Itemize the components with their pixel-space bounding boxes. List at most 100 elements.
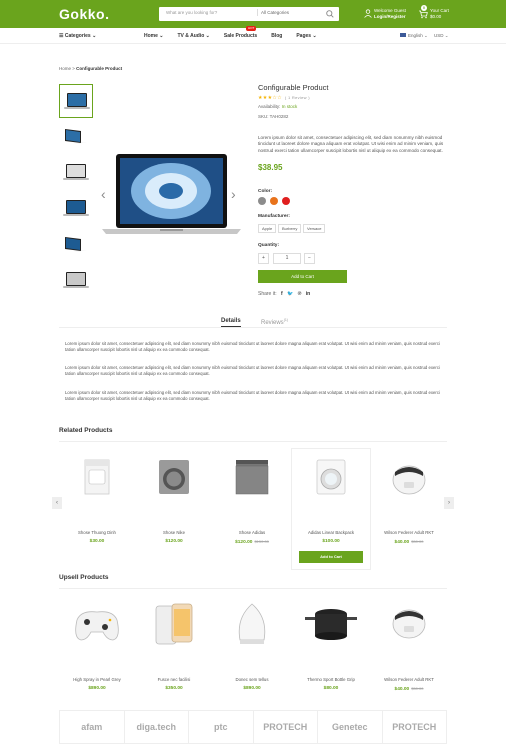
cart-total: $0.00 [430,14,442,19]
product-name[interactable]: Shose Adidas [214,530,290,535]
nav-sale-products[interactable]: Sale Products [224,33,257,39]
product-price: $40.00 $50.00 [371,539,447,545]
product-name[interactable]: Donec sem tellus [214,677,290,682]
breadcrumb-current: Configurable Product [76,66,123,71]
pot-image [305,609,357,640]
nav-blog[interactable]: Blog [271,33,282,39]
chevron-down-icon: ⌄ [92,33,97,39]
color-swatch-orange[interactable] [270,197,278,205]
qty-increase-button[interactable]: + [258,253,269,264]
washer-image [84,459,110,495]
old-price: $50.00 [411,539,424,544]
color-swatch-grey[interactable] [258,197,266,205]
stars-icons: ★★★☆☆ [258,95,282,101]
thumbnail-3[interactable] [59,156,93,190]
hot-badge: HOT [246,26,257,31]
tab-reviews[interactable]: Reviews(1) [261,318,288,326]
manufacturer-option-burberry[interactable]: Burberry [278,224,302,233]
thumbnail-6[interactable] [59,264,93,298]
product-name[interactable]: Shose Thuong Dinh [59,530,135,535]
product-name[interactable]: Shose Nike [136,530,212,535]
brand-logo[interactable]: afam [60,711,125,743]
cart-link[interactable]: 0 Your Cart $0.00 [418,5,458,21]
product-name[interactable]: Fusce nec facilisi [136,677,212,682]
language-select[interactable]: English ⌄ [400,33,428,39]
manufacturer-label: Manufacturer: [258,214,290,219]
site-logo[interactable]: Gokko. [59,6,109,22]
nav-pages[interactable]: Pages ⌄ [296,33,316,39]
current-price: $120.00 [235,540,253,545]
rice-cooker-image [392,465,426,495]
nav-pages-label: Pages [296,33,312,39]
old-price: $50.00 [411,686,424,691]
language-label: English [408,33,423,38]
login-register-link[interactable]: Login/Register [374,14,406,19]
color-swatch-red[interactable] [282,197,290,205]
product-name[interactable]: Adidas Linear Backpack [293,530,369,535]
thumbnail-1[interactable] [59,84,93,118]
product-price: $350.00 [165,686,183,691]
laptop-thumb-image [63,164,89,180]
product-price: $40.00 $50.00 [371,686,447,692]
product-name[interactable]: Thermo Sport Bottle Grip [293,677,369,682]
manufacturer-option-apple[interactable]: Apple [258,224,277,233]
facebook-icon[interactable]: f [281,291,283,297]
welcome-text: Welcome Guest [374,8,406,13]
categories-menu[interactable]: ☰ Categories ⌄ [59,33,96,39]
related-products-title: Related Products [59,427,113,434]
thumbnail-4[interactable] [59,192,93,226]
brand-logo[interactable]: PROTECH [383,711,447,743]
twitter-icon[interactable]: 🐦 [287,291,293,297]
nav-sale-products-label: Sale Products [223,33,258,39]
account-link[interactable]: Welcome Guest Login/Register [364,7,410,21]
add-to-cart-button[interactable]: Add to Cart [299,551,363,563]
laptop-thumb-image [63,272,89,288]
search-input[interactable]: What are you looking for? [166,10,217,15]
nav-home[interactable]: Home ⌄ [144,33,164,39]
next-image-arrow[interactable]: › [231,187,236,201]
product-price: $30.00 [89,539,105,544]
laptop-thumb-image [65,237,87,252]
thumbnail-2[interactable] [59,120,93,154]
brand-logo[interactable]: diga.tech [125,711,189,743]
reviews-link[interactable]: ( 1 Review ) [285,95,310,100]
brand-logo[interactable]: Genetec [318,711,383,743]
categories-label: Categories [64,33,91,39]
brand-logo[interactable]: PROTECH [254,711,318,743]
currency-select[interactable]: USD ⌄ [434,33,449,39]
product-price: $38.95 [258,163,283,172]
brand-logo[interactable]: ptc [189,711,254,743]
tab-reviews-label: Reviews [261,320,284,326]
share-label: Share it: [258,291,277,297]
dishwasher-image [235,460,269,495]
laptop-thumb-image [65,129,87,144]
details-paragraph-1: Lorem ipsum dolor sit amet, consectetuer… [65,341,440,353]
details-paragraph-3: Lorem ipsum dolor sit amet, consectetuer… [65,390,440,402]
tab-details[interactable]: Details [221,318,241,327]
current-price: $40.00 [394,687,410,692]
manufacturer-option-versace[interactable]: Versace [303,224,326,233]
qty-decrease-button[interactable]: − [304,253,315,264]
product-name[interactable]: Wilson Federer Adult RKT [371,530,447,535]
pinterest-icon[interactable]: ℗ [298,291,302,297]
details-paragraph-2: Lorem ipsum dolor sit amet, consectetuer… [65,365,440,377]
laptop-thumb-image [63,200,89,216]
qty-input[interactable]: 1 [273,253,301,264]
product-price: $890.00 [243,686,261,691]
section-divider [59,588,447,589]
nav-tv-audio[interactable]: TV & Audio ⌄ [178,33,210,39]
main-nav: ☰ Categories ⌄ Home ⌄ TV & Audio ⌄ Sale … [0,26,506,44]
current-price: $40.00 [394,540,410,545]
add-to-cart-button[interactable]: Add to Cart [258,270,347,283]
product-name[interactable]: Wilson Federer Adult RKT [371,677,447,682]
product-main-image [102,154,241,234]
search-bar[interactable]: What are you looking for? All Categories [159,7,339,21]
search-category-select[interactable]: All Categories [256,9,289,16]
section-divider [59,441,447,442]
thumbnail-5[interactable] [59,228,93,262]
search-icon[interactable] [325,9,335,19]
rating-stars: ★★★☆☆( 1 Review ) [258,95,310,101]
product-name[interactable]: High Spray in Pearl Grey [59,677,135,682]
breadcrumb-home[interactable]: Home [59,66,71,71]
linkedin-icon[interactable]: in [306,291,310,297]
